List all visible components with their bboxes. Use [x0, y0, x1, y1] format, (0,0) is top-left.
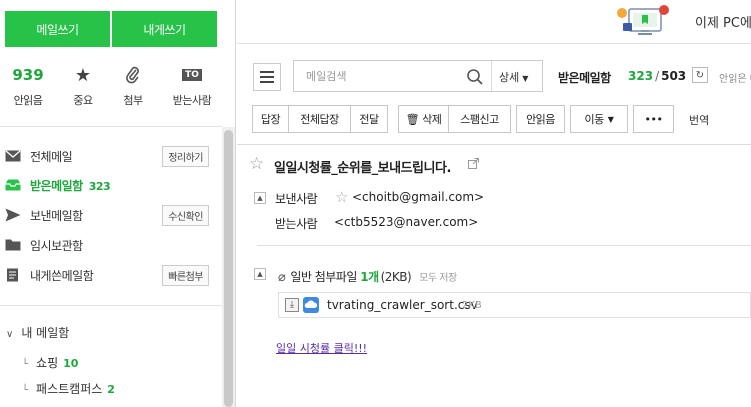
header-divider: [257, 245, 751, 246]
menu-button[interactable]: [253, 63, 281, 91]
translate-button[interactable]: 번역: [689, 112, 709, 128]
search-divider: [491, 61, 492, 91]
sidebar-scroll-thumb[interactable]: [224, 130, 233, 407]
quick-unread[interactable]: 939 안읽음: [0, 64, 56, 108]
from-label: 보낸사람: [275, 192, 318, 206]
save-all-button[interactable]: 모두 저장: [419, 273, 457, 284]
folder-self-mail[interactable]: 내게쓴메일함 빠른첨부: [0, 261, 222, 289]
body-link[interactable]: 일일 시청률 클릭!!!: [276, 340, 367, 356]
folder-label: 임시보관함: [30, 238, 83, 253]
caret-down-icon: ▼: [607, 114, 614, 124]
folder-all-mail[interactable]: 전체메일 정리하기: [0, 142, 222, 170]
unread-count: 939: [12, 66, 44, 84]
folder-drafts[interactable]: 임시보관함: [0, 231, 222, 259]
attachment-header: ⌀ 일반 첨부파일 1개 (2KB) 모두 저장: [278, 270, 457, 285]
folder-sent[interactable]: 보낸메일함 수신확인: [0, 201, 222, 229]
paperclip-icon: ⌀: [278, 270, 286, 285]
note-icon: [7, 268, 18, 282]
inbox-icon: [5, 179, 21, 191]
quick-attachment-label: 첨부: [123, 94, 143, 107]
envelope-icon: [5, 150, 21, 162]
toolbar-divider: [237, 144, 751, 145]
folder-shopping[interactable]: └ 쇼핑 10: [22, 354, 78, 371]
to-badge-icon: TO: [182, 69, 202, 81]
folder-label: 전체메일: [30, 149, 73, 164]
to-address[interactable]: <ctb5523@naver.com>: [334, 215, 478, 229]
folder-fastcampus[interactable]: └ 패스트캠퍼스 2: [22, 380, 115, 397]
attachment-size: 2KB: [462, 300, 482, 311]
quick-filters: 939 안읽음 ★ 중요 첨부 TO 받는사람: [0, 64, 236, 114]
search-box: 상세▼: [293, 60, 543, 92]
mark-unread-button[interactable]: 안읽음: [516, 105, 565, 133]
mailbox-count: 323/503: [628, 69, 687, 83]
reply-button[interactable]: 답장: [252, 105, 289, 133]
mail-app: 메일쓰기 내게쓰기 939 안읽음 ★ 중요 첨부 TO 받는사람 전체메일 정…: [0, 0, 751, 407]
quick-important[interactable]: ★ 중요: [55, 64, 111, 108]
tree-branch-icon: └: [22, 359, 29, 370]
collapse-icon[interactable]: ▲: [254, 192, 266, 204]
inbox-unread-count: 323: [88, 179, 111, 193]
sidebar-divider: [0, 305, 222, 306]
attachment-filename[interactable]: tvrating_crawler_sort.csv: [327, 298, 478, 312]
move-dropdown[interactable]: 이동 ▼: [570, 105, 628, 133]
top-banner: 이제 PC에: [237, 0, 751, 44]
folder-label: 받은메일함 323: [30, 178, 111, 193]
main-panel: 이제 PC에 상세▼ 받은메일함 323/503 ↻ 안읽은 메 답장 전체답장…: [237, 0, 751, 407]
send-icon: [5, 208, 21, 222]
folder-label: 쇼핑: [36, 356, 59, 370]
star-icon: ★: [74, 64, 92, 86]
folder-label: 보낸메일함: [30, 208, 83, 223]
download-icon[interactable]: ⤓: [285, 298, 299, 312]
unread-filter-link[interactable]: 안읽은 메: [719, 70, 751, 85]
quick-important-label: 중요: [73, 94, 93, 107]
folder-icon: [5, 239, 21, 251]
to-label: 받는사람: [275, 217, 318, 231]
attachment-item: ⤓ tvrating_crawler_sort.csv 2KB: [278, 292, 751, 318]
refresh-icon[interactable]: ↻: [692, 67, 708, 83]
caret-down-icon: ▼: [522, 74, 529, 83]
folder-count: 10: [63, 357, 79, 370]
star-outline-icon[interactable]: ☆: [249, 154, 264, 174]
my-mailbox-label: 내 메일함: [21, 326, 70, 340]
attachment-count: 1개: [360, 270, 379, 284]
sidebar-divider: [0, 126, 222, 127]
collapse-icon[interactable]: ▲: [254, 268, 266, 280]
promo-text[interactable]: 이제 PC에: [695, 12, 751, 31]
folder-label: 내게쓴메일함: [30, 268, 94, 283]
search-input[interactable]: [294, 61, 489, 91]
compose-to-self-button[interactable]: 내게쓰기: [112, 11, 217, 47]
message-subject: 일일시청률_순위를_보내드립니다.: [274, 161, 451, 176]
search-icon[interactable]: [466, 68, 484, 86]
spam-report-button[interactable]: 스팸신고: [449, 105, 511, 133]
sidebar: 메일쓰기 내게쓰기 939 안읽음 ★ 중요 첨부 TO 받는사람 전체메일 정…: [0, 0, 236, 407]
from-address[interactable]: <choitb@gmail.com>: [352, 190, 484, 204]
quick-to-me-label: 받는사람: [172, 94, 212, 107]
paperclip-icon: [126, 66, 139, 84]
quick-attachment[interactable]: 첨부: [105, 64, 161, 108]
quick-attach-button[interactable]: 빠른첨부: [162, 264, 209, 286]
trash-icon: 🗑: [405, 112, 420, 126]
star-outline-icon[interactable]: ☆: [335, 188, 348, 206]
attachment-total-size: (2KB): [380, 270, 412, 284]
compose-button[interactable]: 메일쓰기: [5, 11, 110, 47]
read-receipt-button[interactable]: 수신확인: [162, 204, 209, 226]
my-mailbox-toggle[interactable]: ∨ 내 메일함: [6, 324, 69, 341]
reply-all-button[interactable]: 전체답장: [289, 105, 351, 133]
quick-unread-label: 안읽음: [13, 94, 43, 107]
more-button[interactable]: •••: [633, 105, 674, 133]
cloud-save-icon[interactable]: [303, 297, 319, 313]
search-detail-dropdown[interactable]: 상세 ▼: [499, 69, 528, 85]
tree-branch-icon: └: [22, 385, 29, 396]
chevron-down-icon: ∨: [6, 329, 14, 340]
forward-button[interactable]: 전달: [351, 105, 388, 133]
mailbox-title: 받은메일함: [558, 71, 611, 85]
delete-button[interactable]: 🗑 삭제: [398, 105, 449, 133]
popout-icon[interactable]: [468, 158, 479, 169]
folder-label: 패스트캠퍼스: [36, 382, 103, 396]
quick-to-me[interactable]: TO 받는사람: [164, 64, 220, 108]
pc-promo-icon[interactable]: [614, 3, 674, 39]
folder-inbox[interactable]: 받은메일함 323: [0, 171, 222, 199]
organize-button[interactable]: 정리하기: [162, 145, 209, 167]
folder-count: 2: [107, 383, 115, 396]
